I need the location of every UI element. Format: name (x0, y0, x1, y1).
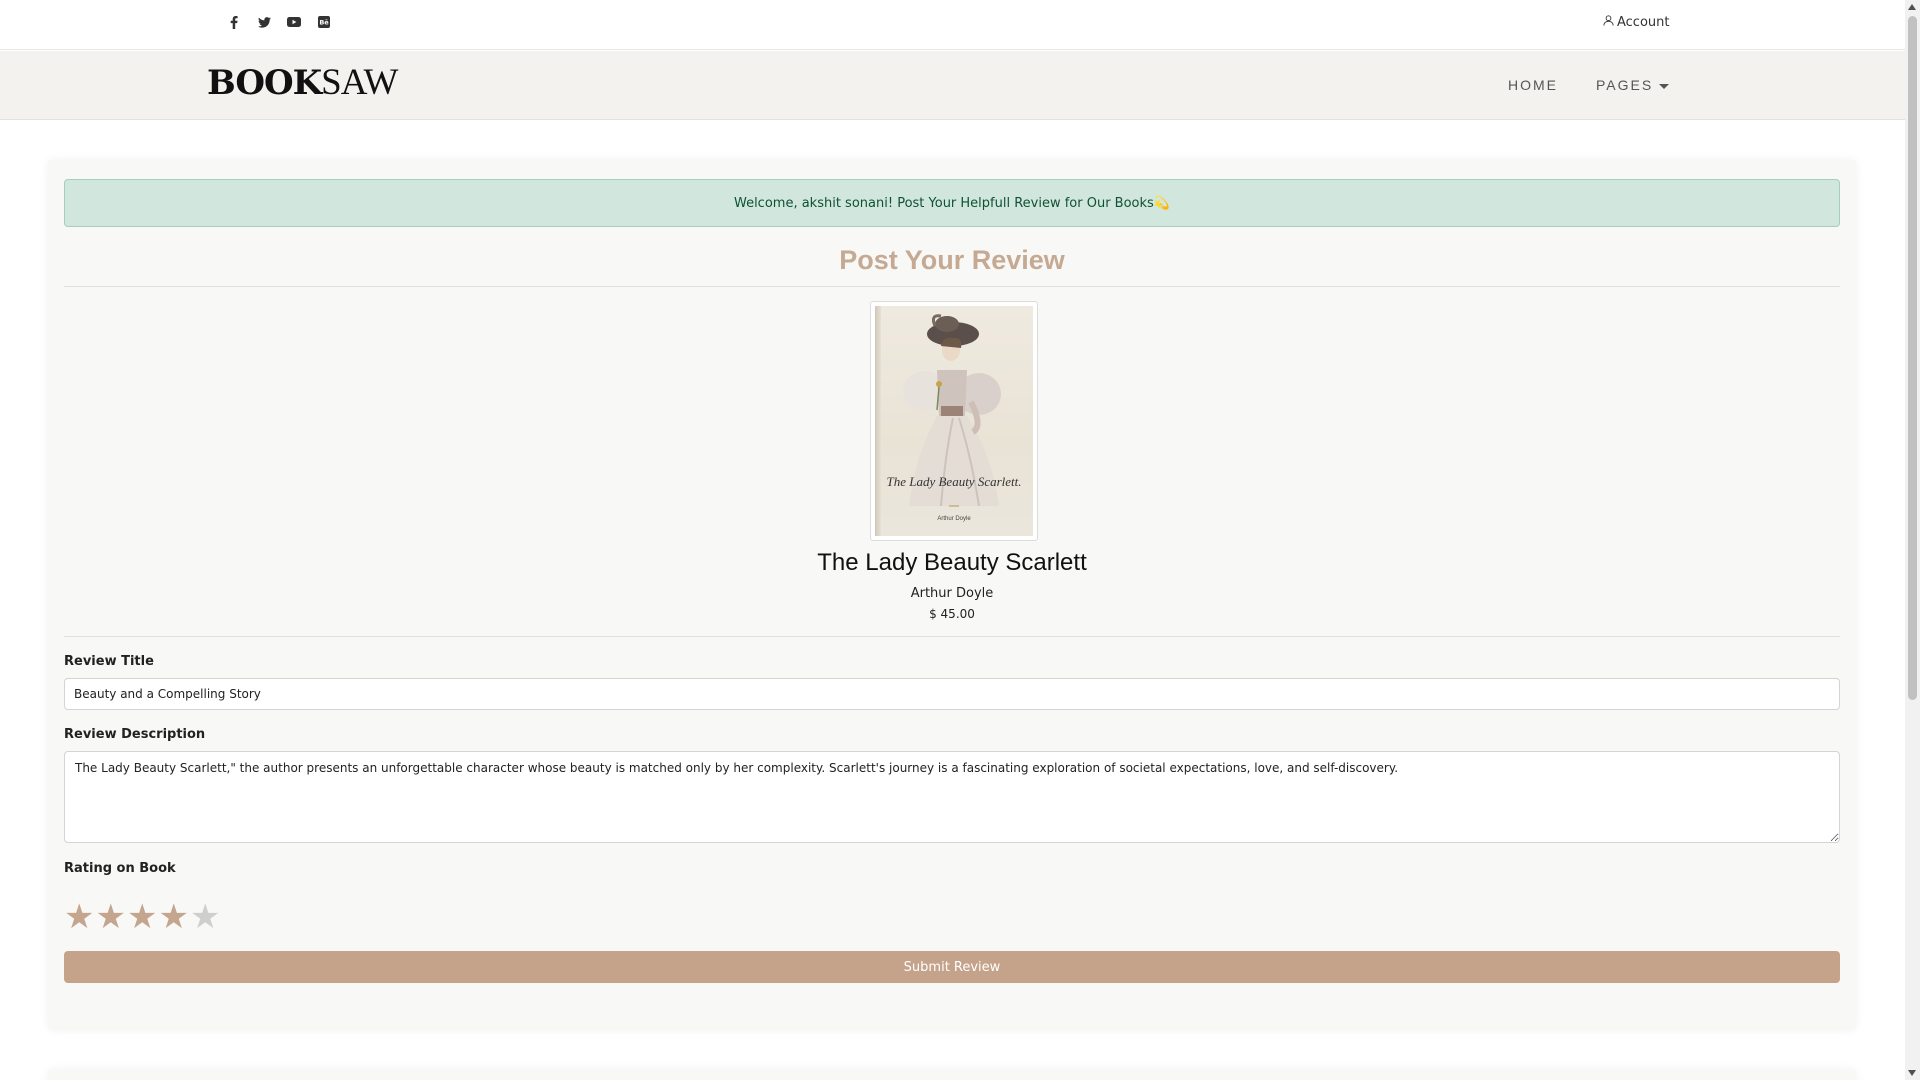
page-title: Post Your Review (839, 245, 1065, 275)
book-cover-image: The Lady Beauty Scarlett. Arthur Doyle (870, 301, 1038, 541)
scroll-down-arrow-icon[interactable] (1908, 1070, 1916, 1076)
divider (64, 286, 1840, 287)
star-icon[interactable]: ★ (190, 900, 220, 934)
vertical-scrollbar[interactable] (1905, 0, 1920, 1080)
star-icon[interactable]: ★ (158, 900, 188, 934)
behance-icon[interactable]: Bē (316, 14, 332, 30)
cover-title: The Lady Beauty Scarlett. (886, 474, 1022, 489)
rating-label: Rating on Book (64, 861, 176, 876)
cover-author: Arthur Doyle (937, 516, 971, 522)
star-rating[interactable]: ★ ★ ★ ★ ★ (64, 900, 220, 934)
nav-item-pages-label: PAGES (1596, 77, 1654, 93)
youtube-icon[interactable] (286, 14, 302, 30)
facebook-icon[interactable] (226, 14, 242, 30)
sparkle-icon: 💫 (1153, 195, 1170, 211)
lady-illustration (903, 314, 1001, 507)
submit-review-button[interactable]: Submit Review (64, 951, 1840, 983)
star-icon[interactable]: ★ (127, 900, 157, 934)
review-title-label: Review Title (64, 654, 154, 669)
nav-menu: HOME PAGES (1508, 77, 1670, 93)
next-section-card (48, 1070, 1856, 1080)
main-navbar: BOOKSAW HOME PAGES (0, 51, 1905, 120)
top-bar: Bē Account (0, 0, 1905, 50)
svg-text:Bē: Bē (319, 19, 329, 27)
site-logo[interactable]: BOOKSAW (207, 61, 398, 104)
user-icon (1603, 15, 1614, 30)
account-label: Account (1617, 15, 1670, 30)
review-description-label: Review Description (64, 727, 206, 742)
scroll-up-arrow-icon[interactable] (1908, 4, 1916, 10)
cover-art: The Lady Beauty Scarlett. Arthur Doyle (875, 306, 1033, 536)
divider (64, 636, 1840, 637)
account-link[interactable]: Account (1603, 15, 1670, 30)
alert-message: Welcome, akshit sonani! Post Your Helpfu… (733, 195, 1154, 211)
nav-item-home[interactable]: HOME (1508, 77, 1558, 93)
book-title: The Lady Beauty Scarlett (817, 549, 1087, 576)
twitter-icon[interactable] (256, 14, 272, 30)
book-author: Arthur Doyle (910, 586, 994, 601)
caret-down-icon (1659, 84, 1670, 89)
scrollbar-thumb[interactable] (1908, 16, 1917, 700)
logo-bold: BOOK (207, 63, 322, 103)
logo-light: SAW (321, 62, 398, 103)
star-icon[interactable]: ★ (95, 900, 125, 934)
welcome-alert: Welcome, akshit sonani! Post Your Helpfu… (64, 179, 1840, 227)
nav-item-home-label: HOME (1508, 77, 1558, 93)
review-description-textarea[interactable]: The Lady Beauty Scarlett," the author pr… (64, 751, 1840, 843)
review-title-input[interactable] (64, 678, 1840, 710)
social-links: Bē (226, 14, 332, 30)
star-icon[interactable]: ★ (64, 900, 94, 934)
review-card: Welcome, akshit sonani! Post Your Helpfu… (48, 160, 1856, 1030)
book-price: $ 45.00 (929, 607, 975, 621)
nav-item-pages[interactable]: PAGES (1596, 77, 1670, 93)
